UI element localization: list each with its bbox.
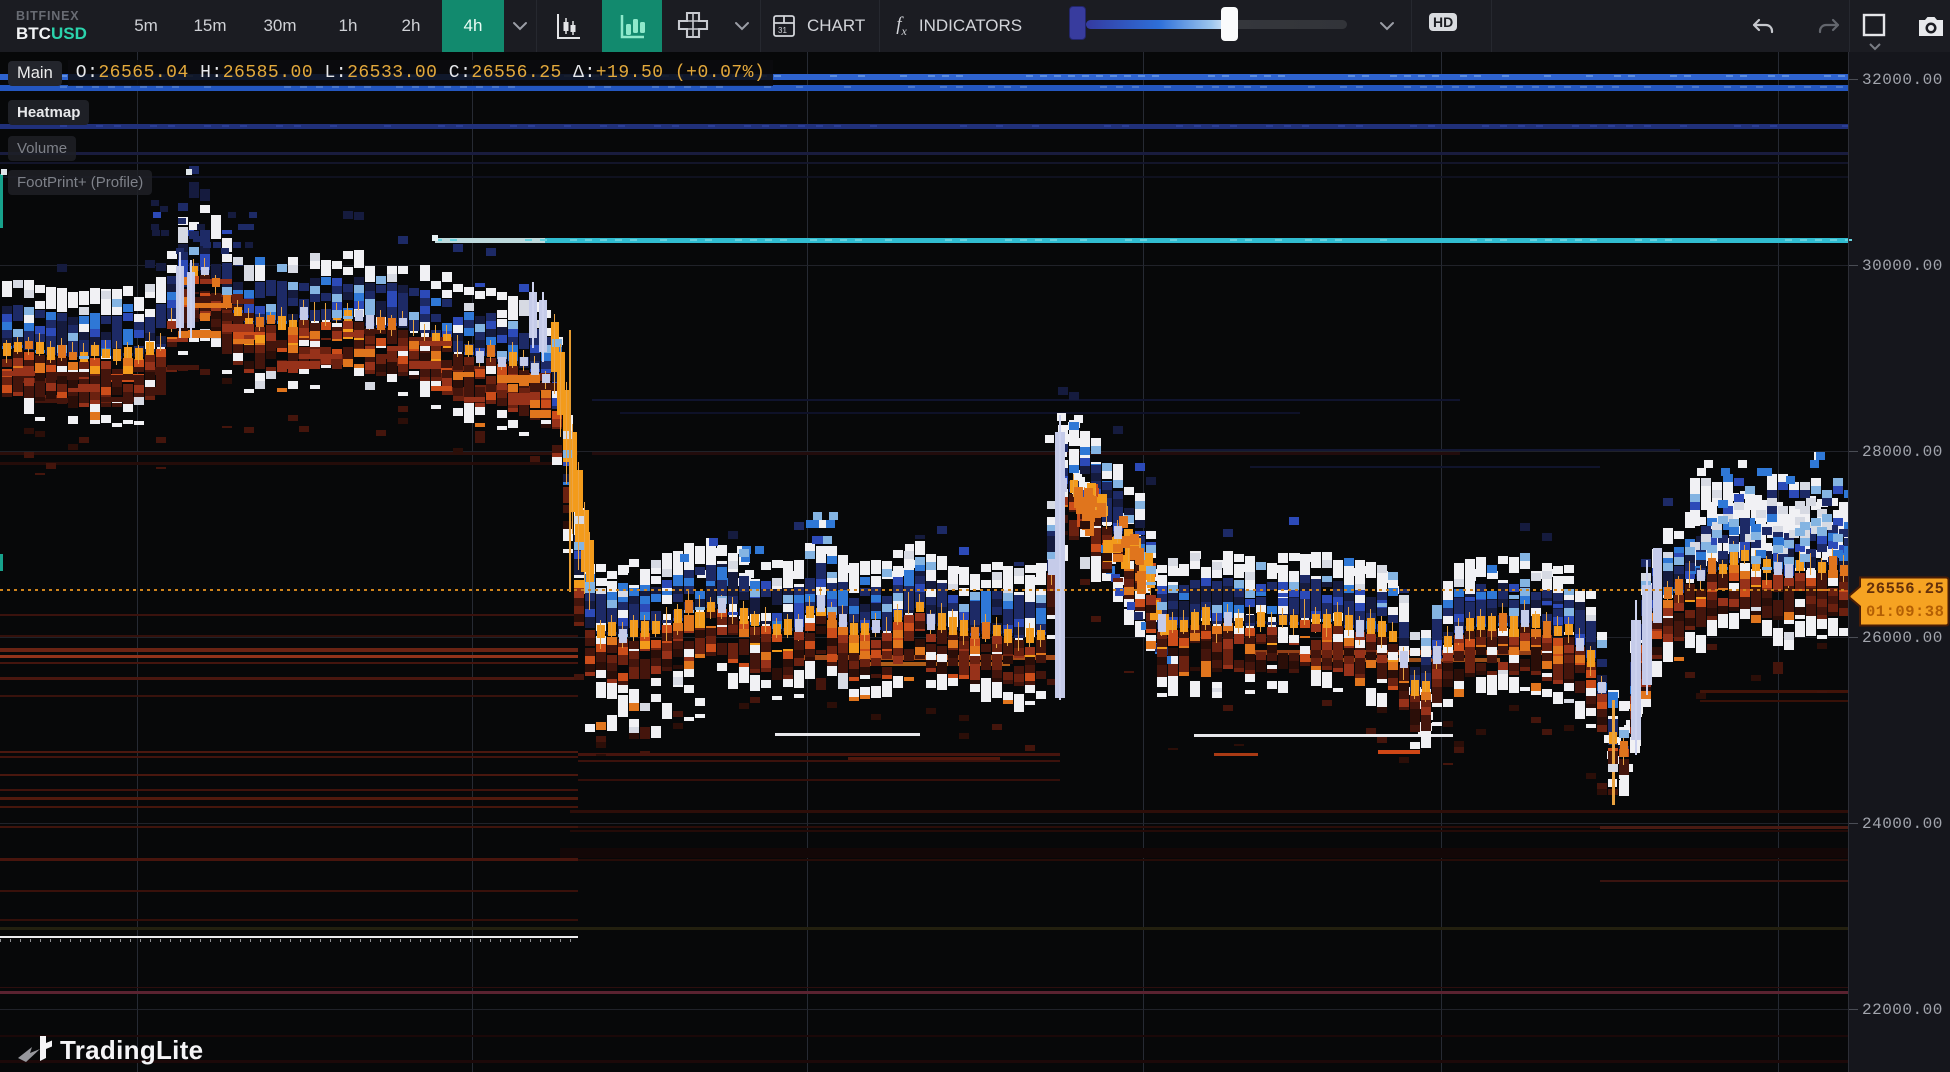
svg-text:31: 31 [778,26,787,35]
